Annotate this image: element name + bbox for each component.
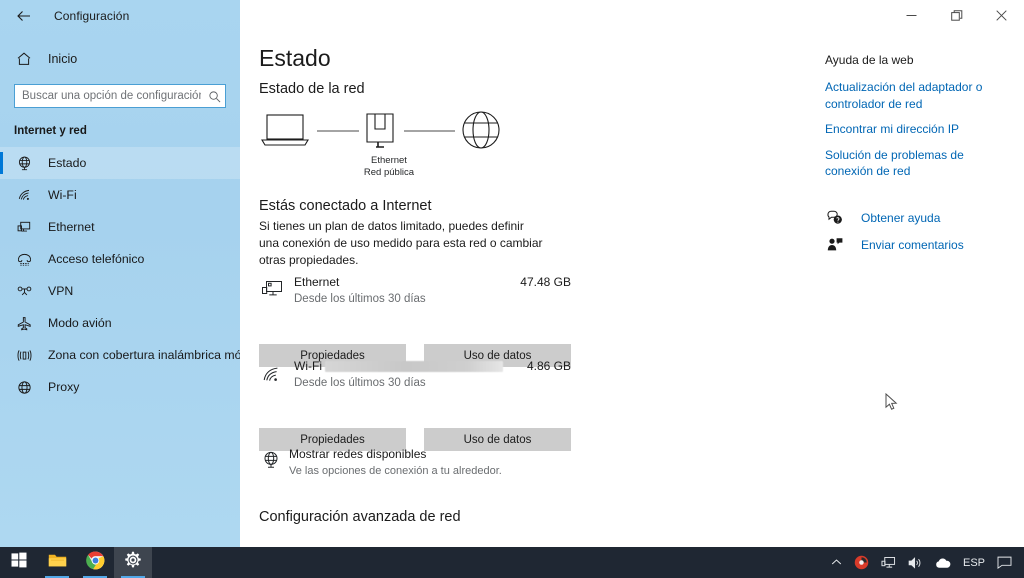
sidebar-item-home[interactable]: Inicio: [0, 44, 240, 74]
settings-button[interactable]: [114, 547, 152, 578]
wifi-data-usage-button[interactable]: Uso de datos: [424, 428, 571, 451]
sidebar-item-proxy-label: Proxy: [48, 380, 80, 394]
network-icon[interactable]: [875, 547, 902, 578]
proxy-globe-icon: [14, 377, 34, 397]
sidebar-item-home-label: Inicio: [48, 52, 78, 66]
notification-icon[interactable]: [991, 547, 1018, 578]
help-actions: Obtener ayuda Enviar comentarios: [825, 209, 1015, 254]
feedback-person-icon: [825, 236, 845, 254]
page-title: Estado: [259, 45, 331, 71]
adapter-name-wifi-label: Wi-Fi: [294, 359, 322, 373]
onedrive-cloud-icon[interactable]: [929, 547, 957, 578]
globe-status-icon: [14, 153, 34, 173]
home-icon: [14, 49, 34, 69]
close-button[interactable]: [979, 0, 1024, 31]
main-content: Estado Estado de la red Ethernet Red púb…: [240, 31, 1024, 547]
hotspot-icon: [14, 345, 34, 365]
sidebar-item-proxy[interactable]: Proxy: [0, 371, 240, 403]
file-explorer-button[interactable]: [38, 547, 76, 578]
sidebar-item-modo-avion-label: Modo avión: [48, 316, 112, 330]
show-available-networks-subtitle: Ve las opciones de conexión a tu alreded…: [289, 465, 502, 477]
adapter-since-wifi: Desde los últimos 30 días: [294, 377, 426, 389]
sidebar-item-estado-label: Estado: [48, 156, 87, 170]
web-help-panel: Ayuda de la web Actualización del adapta…: [825, 53, 1015, 263]
sidebar-item-acceso-telefonico-label: Acceso telefónico: [48, 252, 145, 266]
maximize-restore-button[interactable]: [934, 0, 979, 31]
network-diagram-caption-line1: Ethernet: [371, 155, 407, 166]
folder-icon: [48, 552, 67, 574]
laptop-icon: [261, 114, 309, 146]
volume-icon[interactable]: [902, 547, 929, 578]
help-link-find-ip[interactable]: Encontrar mi dirección IP: [825, 121, 1015, 138]
sidebar-group-title: Internet y red: [14, 125, 87, 137]
search-icon[interactable]: [203, 90, 225, 103]
question-bubble-icon: [825, 209, 845, 227]
sidebar-item-ethernet[interactable]: Ethernet: [0, 211, 240, 243]
mouse-cursor: [885, 392, 899, 417]
security-shield-icon[interactable]: [848, 547, 875, 578]
language-indicator[interactable]: ESP: [957, 547, 991, 578]
adapter-since-ethernet: Desde los últimos 30 días: [294, 293, 426, 305]
dialup-phone-icon: [14, 249, 34, 269]
app-title: Configuración: [54, 8, 130, 23]
adapter-name-wifi-redacted: [324, 360, 503, 372]
ethernet-monitor-icon: [259, 277, 285, 303]
help-link-adapter-update[interactable]: Actualización del adaptador o controlado…: [825, 79, 1015, 112]
network-diagram: Ethernet Red pública: [259, 111, 519, 186]
send-feedback-label: Enviar comentarios: [861, 237, 964, 252]
search-box[interactable]: [14, 84, 226, 108]
network-diagram-caption: Ethernet Red pública: [339, 155, 439, 179]
sidebar: Configuración Inicio Internet y red: [0, 0, 253, 547]
chevron-up-icon[interactable]: [825, 547, 848, 578]
system-tray: ESP: [825, 547, 1024, 578]
get-help-label: Obtener ayuda: [861, 210, 941, 225]
back-arrow-icon[interactable]: [12, 4, 36, 28]
get-help-action[interactable]: Obtener ayuda: [825, 209, 1015, 227]
gear-icon: [124, 551, 142, 574]
chrome-button[interactable]: [76, 547, 114, 578]
sidebar-item-modo-avion[interactable]: Modo avión: [0, 307, 240, 339]
taskbar: ESP: [0, 547, 1024, 578]
sidebar-item-acceso-telefonico[interactable]: Acceso telefónico: [0, 243, 240, 275]
sidebar-item-vpn[interactable]: VPN: [0, 275, 240, 307]
settings-window: Configuración Inicio Internet y red: [0, 0, 1024, 578]
vpn-icon: [14, 281, 34, 301]
ethernet-icon: [14, 217, 34, 237]
adapter-name-wifi: Wi-Fi: [294, 359, 503, 373]
globe-icon: [462, 111, 500, 149]
chrome-icon: [85, 551, 105, 575]
airplane-icon: [14, 313, 34, 333]
sidebar-item-zona-cobertura-label: Zona con cobertura inalámbrica móvil: [48, 348, 254, 362]
connection-status-title: Estás conectado a Internet: [259, 198, 432, 214]
connection-status-description: Si tienes un plan de datos limitado, pue…: [259, 219, 543, 267]
help-link-troubleshoot[interactable]: Solución de problemas de conexión de red: [825, 147, 1015, 180]
network-status-heading: Estado de la red: [259, 81, 365, 97]
wifi-icon: [14, 185, 34, 205]
sidebar-nav: Estado Wi-Fi Ethernet Acceso telefónico …: [0, 147, 253, 403]
start-button[interactable]: [0, 547, 38, 578]
adapter-usage-wifi: 4.86 GB: [526, 359, 571, 373]
wifi-signal-icon: [259, 361, 285, 387]
send-feedback-action[interactable]: Enviar comentarios: [825, 236, 1015, 254]
sidebar-item-wifi[interactable]: Wi-Fi: [0, 179, 240, 211]
adapter-usage-ethernet: 47.48 GB: [520, 275, 571, 289]
advanced-network-settings-heading: Configuración avanzada de red: [259, 509, 461, 525]
adapter-name-ethernet: Ethernet: [294, 275, 340, 289]
sidebar-item-vpn-label: VPN: [48, 284, 74, 298]
minimize-button[interactable]: [889, 0, 934, 31]
sidebar-item-ethernet-label: Ethernet: [48, 220, 95, 234]
network-diagram-caption-line2: Red pública: [363, 167, 415, 178]
search-input[interactable]: [15, 84, 203, 108]
sidebar-item-zona-cobertura[interactable]: Zona con cobertura inalámbrica móvil: [0, 339, 253, 371]
windows-logo-icon: [11, 552, 27, 573]
web-help-heading: Ayuda de la web: [825, 53, 914, 67]
available-networks-globe-icon: [259, 448, 283, 472]
ethernet-port-icon: [366, 113, 394, 148]
sidebar-item-wifi-label: Wi-Fi: [48, 188, 77, 202]
window-titlebar-left: Configuración: [0, 0, 240, 31]
sidebar-item-estado[interactable]: Estado: [0, 147, 240, 179]
window-controls: [240, 0, 1024, 31]
show-available-networks-title: Mostrar redes disponibles: [289, 447, 427, 461]
